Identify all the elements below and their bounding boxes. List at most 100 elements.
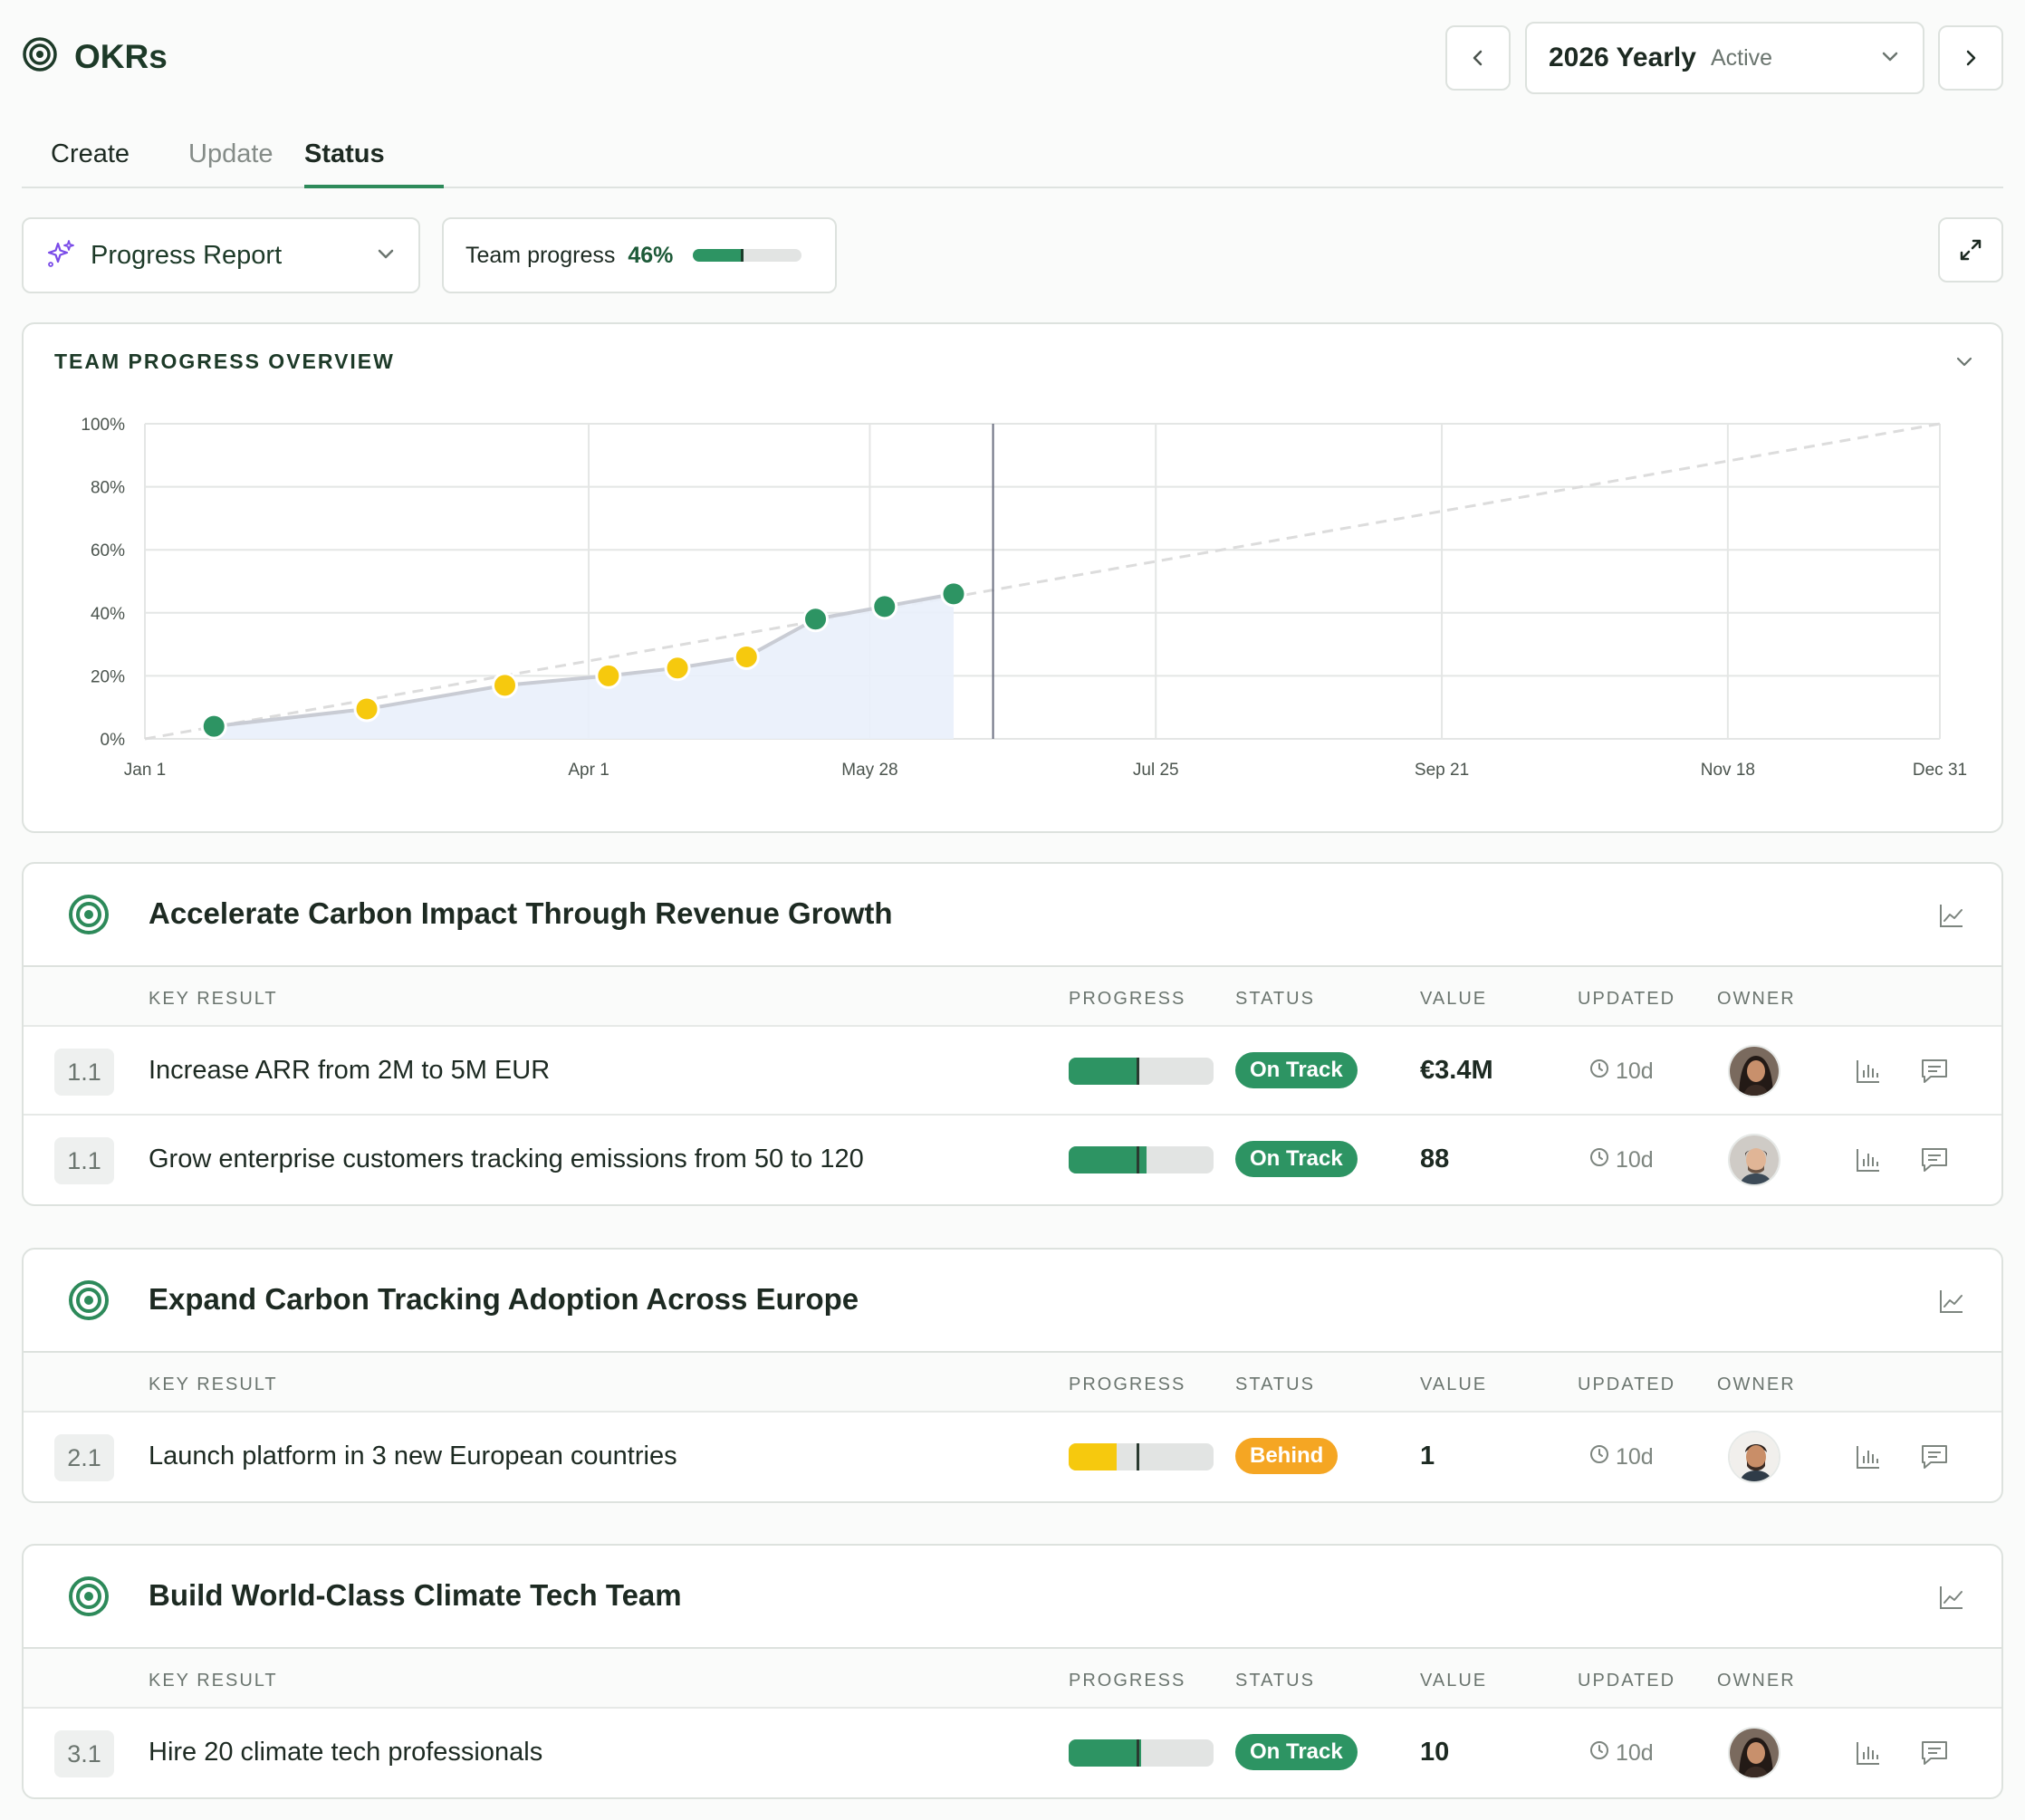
column-value: VALUE [1420, 1375, 1488, 1394]
clock-icon [1588, 1058, 1610, 1086]
report-label: Progress Report [91, 240, 283, 270]
comment-icon[interactable] [1920, 1739, 1949, 1771]
expand-icon [1960, 239, 1982, 261]
owner-avatar[interactable] [1728, 1045, 1780, 1097]
tab-create[interactable]: Create [51, 139, 130, 169]
bar-chart-icon[interactable] [1855, 1739, 1882, 1771]
progress-chart: 100% 80% 60% 40% 20% 0% Jan 1 Apr 1 May 28 Jul 25… [81, 416, 1967, 780]
key-result-row[interactable]: 1.1 Increase ARR from 2M to 5M EUR On Trac… [24, 1027, 2001, 1116]
target-icon [22, 36, 58, 77]
period-name: 2026 Yearly [1549, 43, 1696, 72]
progress-bar [1069, 1739, 1214, 1767]
expand-button[interactable] [1938, 217, 2003, 283]
key-result-name[interactable]: Launch platform in 3 new European countr… [149, 1442, 677, 1471]
owner-avatar[interactable] [1728, 1134, 1780, 1186]
key-result-name[interactable]: Increase ARR from 2M to 5M EUR [149, 1056, 550, 1086]
key-result-id: 1.1 [54, 1049, 114, 1096]
updated-info: 10d [1588, 1739, 1654, 1767]
progress-point [871, 593, 898, 620]
column-progress: PROGRESS [1069, 1671, 1186, 1691]
bar-chart-icon[interactable] [1855, 1146, 1882, 1178]
trend-chart-icon[interactable] [1938, 902, 1965, 934]
x-tick-label: Apr 1 [568, 761, 609, 780]
period-selector[interactable]: 2026 Yearly Active [1525, 22, 1924, 94]
objective-header: Accelerate Carbon Impact Through Revenue… [24, 864, 2001, 967]
key-results-header: KEY RESULT PROGRESS STATUS VALUE UPDATED OWNE… [24, 1649, 2001, 1709]
comment-icon[interactable] [1920, 1058, 1949, 1089]
column-updated: UPDATED [1578, 1671, 1676, 1691]
y-tick-label: 40% [91, 605, 125, 624]
column-owner: OWNER [1717, 1671, 1796, 1691]
key-result-name[interactable]: Hire 20 climate tech professionals [149, 1738, 542, 1767]
column-key-result: KEY RESULT [149, 1671, 278, 1691]
progress-fill [1069, 1739, 1141, 1767]
bar-chart-icon[interactable] [1855, 1443, 1882, 1475]
objective-header: Build World-Class Climate Tech Team [24, 1546, 2001, 1649]
comment-icon[interactable] [1920, 1443, 1949, 1475]
target-icon [67, 893, 110, 941]
comment-icon[interactable] [1920, 1146, 1949, 1178]
objective-title[interactable]: Accelerate Carbon Impact Through Revenue… [149, 896, 893, 931]
column-updated: UPDATED [1578, 1375, 1676, 1394]
progress-point [491, 672, 518, 699]
trend-chart-icon[interactable] [1938, 1584, 1965, 1615]
key-result-row[interactable]: 3.1 Hire 20 climate tech professionals On … [24, 1709, 2001, 1797]
bar-chart-icon[interactable] [1855, 1058, 1882, 1089]
chevron-down-icon [375, 243, 397, 269]
owner-avatar[interactable] [1728, 1727, 1780, 1779]
clock-icon [1588, 1739, 1610, 1767]
objective-title[interactable]: Expand Carbon Tracking Adoption Across E… [149, 1282, 859, 1317]
y-tick-label: 60% [91, 541, 125, 560]
column-updated: UPDATED [1578, 989, 1676, 1009]
status-badge: On Track [1235, 1734, 1358, 1770]
report-type-dropdown[interactable]: Progress Report [22, 217, 420, 293]
y-tick-label: 0% [101, 731, 126, 750]
previous-period-button[interactable] [1445, 25, 1511, 91]
team-progress-bar [693, 249, 802, 262]
x-tick-label: Sep 21 [1415, 761, 1469, 780]
progress-point [940, 580, 967, 608]
key-result-value: 88 [1420, 1145, 1450, 1173]
trend-chart-icon[interactable] [1938, 1288, 1965, 1319]
progress-point [353, 695, 380, 723]
progress-fill [1069, 1146, 1147, 1173]
column-status: STATUS [1235, 989, 1315, 1009]
next-period-button[interactable] [1938, 25, 2003, 91]
column-owner: OWNER [1717, 989, 1796, 1009]
app-brand: OKRs [22, 36, 168, 77]
key-result-id: 2.1 [54, 1434, 114, 1481]
y-tick-label: 20% [91, 667, 125, 686]
objective-title[interactable]: Build World-Class Climate Tech Team [149, 1578, 682, 1613]
key-result-row[interactable]: 1.1 Grow enterprise customers tracking em… [24, 1116, 2001, 1204]
progress-bar [1069, 1058, 1214, 1085]
x-tick-label: May 28 [841, 761, 897, 780]
key-result-row[interactable]: 2.1 Launch platform in 3 new European cou… [24, 1413, 2001, 1501]
team-progress-summary: Team progress 46% [442, 217, 837, 293]
team-progress-fill [693, 249, 741, 262]
column-progress: PROGRESS [1069, 1375, 1186, 1394]
updated-info: 10d [1588, 1443, 1654, 1471]
sparkles-icon [45, 238, 76, 273]
key-result-name[interactable]: Grow enterprise customers tracking emiss… [149, 1145, 864, 1174]
x-tick-label: Jul 25 [1133, 761, 1179, 780]
column-status: STATUS [1235, 1671, 1315, 1691]
tab-status[interactable]: Status [304, 139, 385, 169]
objective-card: Build World-Class Climate Tech Team KEY R… [22, 1544, 2003, 1799]
tab-bar: Create Update Status [22, 130, 2003, 188]
x-tick-label: Nov 18 [1701, 761, 1755, 780]
column-owner: OWNER [1717, 1375, 1796, 1394]
progress-bar [1069, 1443, 1214, 1470]
column-key-result: KEY RESULT [149, 989, 278, 1009]
updated-info: 10d [1588, 1146, 1654, 1174]
tab-update[interactable]: Update [188, 139, 274, 169]
status-badge: On Track [1235, 1141, 1358, 1177]
column-value: VALUE [1420, 989, 1488, 1009]
expected-progress-marker [1137, 1058, 1140, 1085]
progress-point [595, 662, 622, 689]
key-result-value: 1 [1420, 1442, 1435, 1470]
updated-ago: 10d [1616, 1444, 1654, 1470]
owner-avatar[interactable] [1728, 1431, 1780, 1483]
updated-ago: 10d [1616, 1147, 1654, 1173]
y-tick-label: 100% [81, 416, 125, 435]
key-results-header: KEY RESULT PROGRESS STATUS VALUE UPDATED OWNE… [24, 967, 2001, 1027]
